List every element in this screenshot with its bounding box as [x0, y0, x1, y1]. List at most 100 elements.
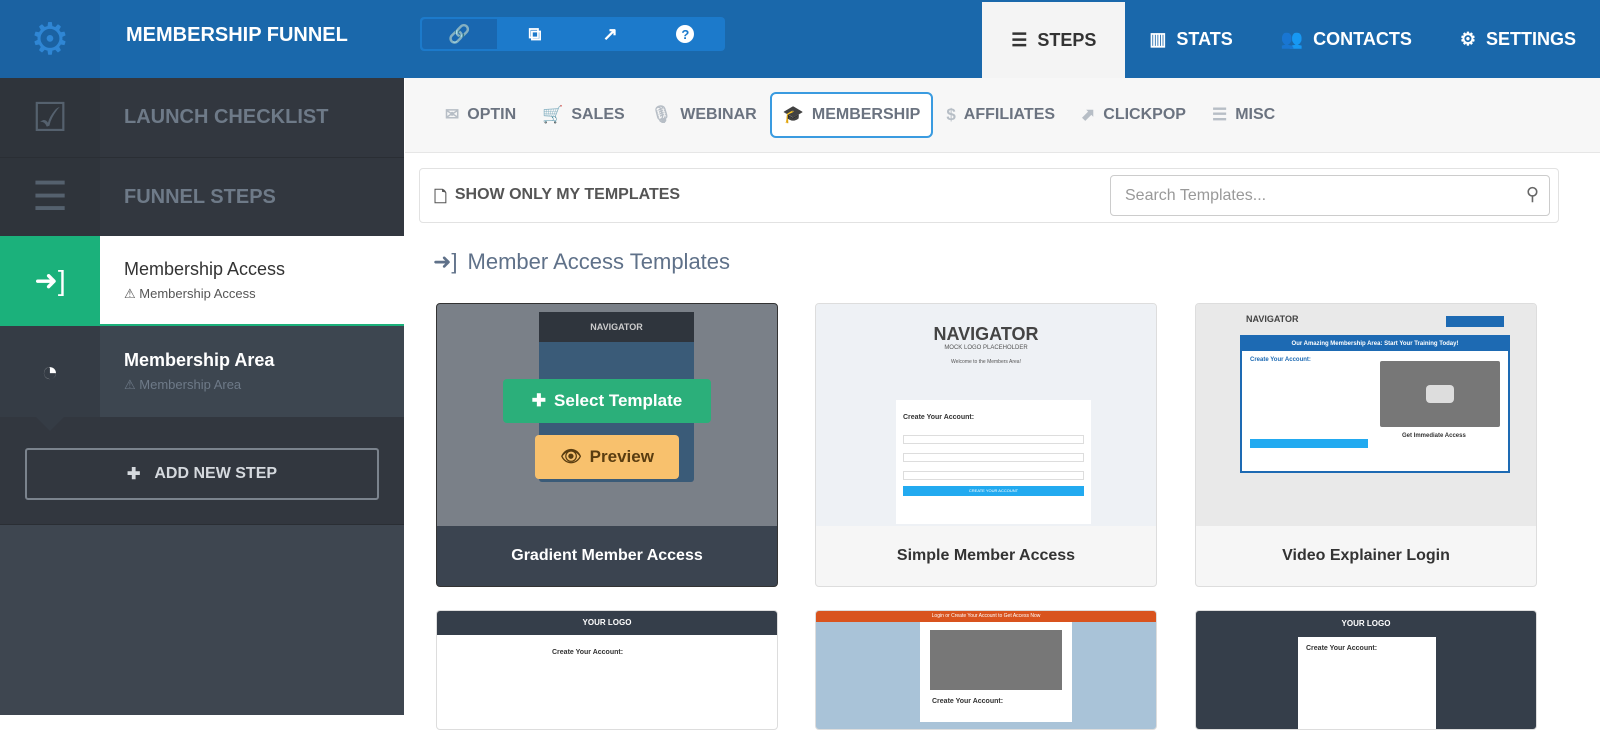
thumb-logo: NAVIGATOR [539, 312, 694, 342]
copy-icon[interactable]: ⧉ [497, 19, 572, 49]
warning-icon: ⚠ [124, 285, 140, 301]
section-heading: ➜] Member Access Templates [433, 249, 730, 275]
step-subtitle: Membership Area [139, 377, 242, 392]
checkbox-icon: ☑ [0, 78, 100, 157]
menu-icon: ☰ [0, 158, 100, 236]
toggle-label: SHOW ONLY MY TEMPLATES [454, 186, 681, 203]
thumb-text: Login or Create Your Account to Get Acce… [816, 611, 1156, 622]
tab-affiliates[interactable]: $ AFFILIATES [933, 92, 1068, 138]
envelope-icon: ✉ [445, 105, 460, 124]
show-my-templates-toggle[interactable]: 🗋 SHOW ONLY MY TEMPLATES [434, 186, 680, 213]
search-icon[interactable]: ⚲ [1526, 184, 1539, 205]
button-label: Preview [589, 447, 654, 466]
tab-label: STEPS [1037, 29, 1097, 50]
menu-icon: ☰ [1011, 29, 1028, 50]
section-title: Member Access Templates [467, 249, 731, 274]
help-icon[interactable]: ? [648, 19, 723, 49]
template-name: Gradient Member Access [511, 547, 703, 564]
filter-bar: 🗋 SHOW ONLY MY TEMPLATES Search Templates… [419, 168, 1559, 223]
tab-contacts[interactable]: 👥 CONTACTS [1257, 0, 1436, 78]
tab-label: CONTACTS [1313, 28, 1412, 49]
tab-clickpop[interactable]: ⬈ CLICKPOP [1068, 92, 1199, 138]
dashboard-icon: ◔ [0, 326, 100, 417]
sidebar: ☑ LAUNCH CHECKLIST ☰ FUNNEL STEPS ➜] Mem… [0, 78, 404, 715]
search-placeholder: Search Templates... [1125, 187, 1267, 204]
thumb-logo: YOUR LOGO [437, 611, 777, 635]
thumb-logo: NAVIGATOR [933, 324, 1039, 344]
add-step-area: ✚ ADD NEW STEP [0, 417, 404, 525]
plus-icon: ✚ [126, 466, 141, 483]
tab-misc[interactable]: ☰ MISC [1199, 92, 1288, 138]
sign-in-icon: ➜] [0, 236, 100, 338]
tab-membership[interactable]: 🎓 MEMBERSHIP [769, 92, 934, 138]
step-subtitle: Membership Access [139, 285, 256, 301]
thumb-text: Create Your Account: [552, 649, 624, 656]
sidebar-label: LAUNCH CHECKLIST [124, 106, 329, 128]
tab-label: CLICKPOP [1103, 106, 1186, 123]
template-card[interactable]: YOUR LOGO Create Your Account: [1195, 610, 1537, 730]
thumb-logo: NAVIGATOR [1246, 314, 1299, 324]
external-link-icon[interactable]: ↗ [573, 19, 648, 49]
thumb-text: CREATE YOUR ACCOUNT [903, 486, 1084, 496]
button-label: Select Template [554, 391, 683, 410]
tab-label: OPTIN [467, 106, 517, 123]
select-template-button[interactable]: ✚ Select Template [503, 379, 711, 423]
funnel-toolbar: 🔗 ⧉ ↗ ? [420, 17, 725, 51]
tab-label: MISC [1235, 106, 1276, 123]
tab-label: WEBINAR [680, 106, 757, 123]
tab-label: STATS [1176, 28, 1233, 49]
clickpop-icon: ⬈ [1081, 105, 1096, 124]
link-icon[interactable]: 🔗 [422, 19, 498, 49]
top-bar: ⚙ MEMBERSHIP FUNNEL 🔗 ⧉ ↗ ? ☰ STEPS ▥ STAT… [0, 0, 1600, 78]
tab-optin[interactable]: ✉ OPTIN [432, 92, 529, 138]
template-card[interactable]: NAVIGATOR Our Amazing Membership Area: S… [1195, 303, 1537, 587]
step-membership-area[interactable]: ◔ Membership Area ⚠ Membership Area [0, 326, 404, 417]
file-icon: 🗋 [434, 189, 447, 206]
tab-webinar[interactable]: 🎙 WEBINAR [638, 92, 770, 138]
funnel-title: MEMBERSHIP FUNNEL [126, 24, 348, 46]
main-content: ✉ OPTIN 🛒 SALES 🎙 WEBINAR 🎓 MEMBERSHIP $ AFFI… [405, 78, 1600, 730]
sign-in-icon: ➜] [433, 249, 458, 274]
add-new-step-button[interactable]: ✚ ADD NEW STEP [25, 448, 379, 500]
step-membership-access[interactable]: ➜] Membership Access ⚠ Membership Access [0, 236, 404, 338]
thumb-text: MOCK LOGO PLACEHOLDER [944, 345, 1028, 351]
step-title: Membership Area [124, 350, 275, 370]
microphone-icon: 🎙 [650, 105, 673, 124]
thumb-text: Welcome to the Members Area! [951, 359, 1021, 365]
template-card[interactable]: NAVIGATOR MOCK LOGO PLACEHOLDER Welcome … [815, 303, 1157, 587]
template-thumbnail: NAVIGATOR MOCK LOGO PLACEHOLDER Welcome … [816, 304, 1156, 526]
users-icon: 👥 [1280, 28, 1304, 49]
add-label: ADD NEW STEP [154, 465, 278, 482]
thumb-text: Create Your Account: [903, 414, 975, 421]
tab-steps[interactable]: ☰ STEPS [982, 2, 1126, 78]
tab-settings[interactable]: ⚙ SETTINGS [1436, 0, 1600, 78]
dollar-icon: $ [946, 105, 956, 124]
template-name: Video Explainer Login [1282, 547, 1450, 564]
tab-stats[interactable]: ▥ STATS [1125, 0, 1256, 78]
tab-label: MEMBERSHIP [811, 106, 921, 123]
template-card[interactable]: YOUR LOGO Create Your Account: [436, 610, 778, 730]
search-input[interactable]: Search Templates... ⚲ [1110, 175, 1550, 216]
template-thumbnail: NAVIGATOR ✚ Select Template 👁 Preview [437, 304, 777, 526]
eye-icon: 👁 [560, 447, 582, 466]
graduation-cap-icon: 🎓 [782, 105, 804, 124]
template-card[interactable]: NAVIGATOR ✚ Select Template 👁 Preview Grad… [436, 303, 778, 587]
tab-label: SALES [571, 106, 625, 123]
sidebar-item-launch-checklist[interactable]: ☑ LAUNCH CHECKLIST [0, 78, 404, 157]
tab-label: AFFILIATES [963, 106, 1056, 123]
warning-icon: ⚠ [124, 377, 140, 392]
thumb-logo: YOUR LOGO [1341, 619, 1391, 628]
category-tabs: ✉ OPTIN 🛒 SALES 🎙 WEBINAR 🎓 MEMBERSHIP $ AFFI… [405, 78, 1600, 153]
tab-sales[interactable]: 🛒 SALES [529, 92, 638, 138]
template-card[interactable]: Login or Create Your Account to Get Acce… [815, 610, 1157, 730]
main-nav: ☰ STEPS ▥ STATS 👥 CONTACTS ⚙ SETTINGS [982, 0, 1600, 78]
step-title: Membership Access [124, 258, 286, 279]
sidebar-label: FUNNEL STEPS [124, 185, 276, 208]
sidebar-item-funnel-steps[interactable]: ☰ FUNNEL STEPS [0, 157, 404, 236]
gear-icon[interactable]: ⚙ [0, 0, 100, 78]
bar-chart-icon: ▥ [1149, 28, 1167, 49]
thumb-text: Create Your Account: [1250, 357, 1311, 363]
template-name: Simple Member Access [896, 547, 1076, 564]
list-icon: ☰ [1211, 105, 1228, 124]
preview-button[interactable]: 👁 Preview [535, 435, 679, 479]
